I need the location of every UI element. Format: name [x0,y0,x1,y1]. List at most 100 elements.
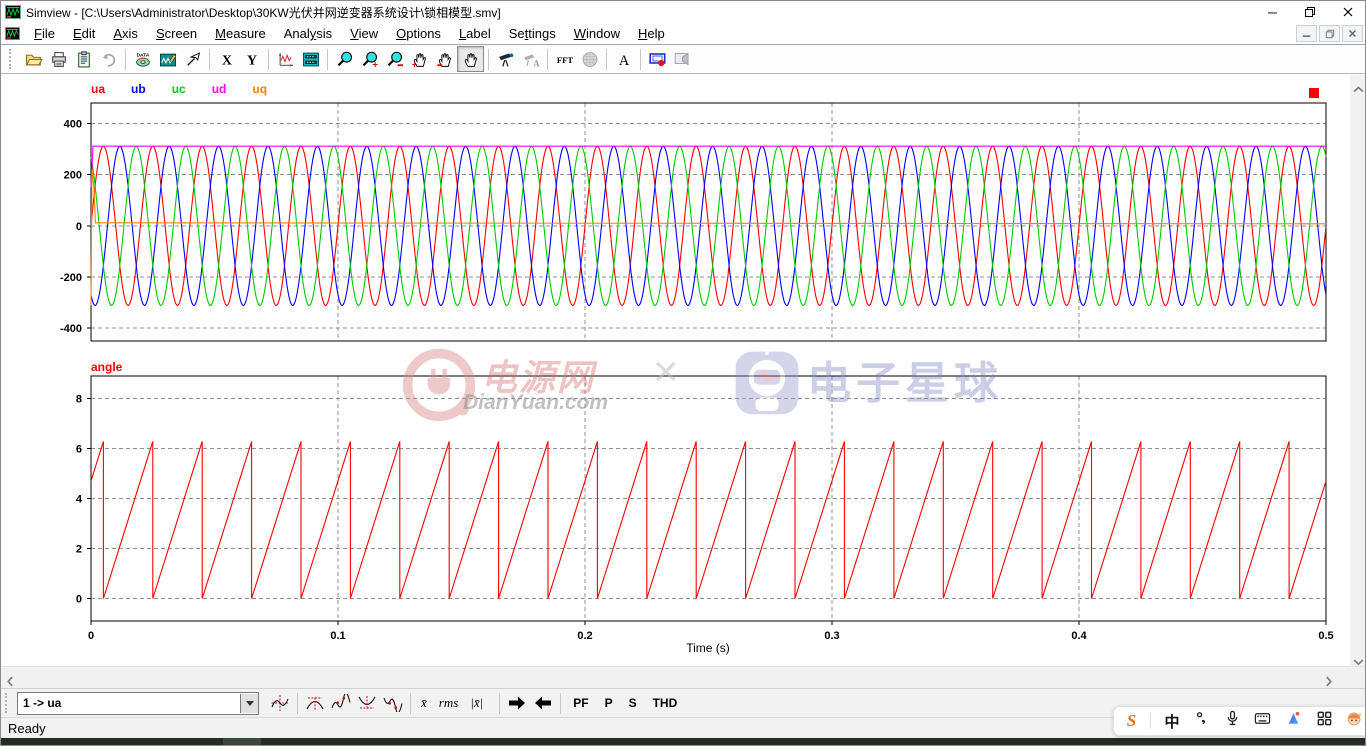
chinese-mode-icon[interactable]: 中 [1164,711,1179,732]
microphone-icon[interactable] [1224,710,1241,732]
pan-icon[interactable] [457,46,484,72]
rms-button[interactable]: rms [433,695,465,711]
global-max-icon[interactable] [302,691,328,715]
y-tick-label: 400 [64,119,82,131]
measure-icon[interactable] [493,47,518,71]
real-power-button[interactable]: P [597,696,621,710]
copy-icon[interactable] [71,47,96,71]
status-text: Ready [8,721,46,736]
snapshot-icon[interactable] [645,47,670,71]
child-restore-button[interactable] [1319,25,1340,42]
menu-item-help[interactable]: Help [629,24,674,43]
thd-button[interactable]: THD [645,696,686,710]
x-tick-label: 0.3 [824,630,839,642]
restore-button[interactable] [1291,1,1329,23]
emoji-icon[interactable] [1346,710,1363,732]
open-icon[interactable] [21,47,46,71]
legend-label-ub: ub [131,82,146,96]
y-tick-label: 8 [76,394,82,406]
svg-text:A: A [618,52,629,67]
punctuation-icon[interactable] [1193,710,1210,732]
scrollbar-corner [1347,667,1366,689]
zoom-in-icon[interactable]: + [357,47,382,71]
record-indicator [1309,88,1319,98]
y-tick-label: 0 [76,221,82,233]
horizontal-scrollbar[interactable] [1,666,1366,688]
main-toolbar: DATA X Y + + A FFT A [1,45,1366,74]
channel-selector[interactable]: 1 -> ua [17,692,259,715]
zoom-out-icon[interactable] [382,47,407,71]
legend-top-chart: uaubucuduq [91,82,293,96]
menu-item-axis[interactable]: Axis [104,24,147,43]
svg-text:X: X [222,52,232,67]
vertical-scrollbar[interactable] [1350,75,1366,666]
menu-item-file[interactable]: File [25,24,64,43]
toolbox-grid-icon[interactable] [1316,710,1333,732]
scroll-right-icon[interactable] [1325,674,1336,682]
data-icon[interactable]: DATA [130,47,155,71]
window-title: Simview - [C:\Users\Administrator\Deskto… [26,4,501,21]
menu-item-options[interactable]: Options [387,24,450,43]
power-factor-button[interactable]: PF [565,696,596,710]
windows-taskbar[interactable] [1,738,1366,746]
legend-label-ua: ua [91,82,105,96]
fft-inverse-icon [577,47,602,71]
channel-selector-dropdown-button[interactable] [240,694,258,713]
pan-zoom-in-icon[interactable]: + [407,47,432,71]
x-axis-icon[interactable]: X [214,47,239,71]
soft-keyboard-icon[interactable] [1254,710,1271,732]
undo-icon [96,47,121,71]
menu-item-screen[interactable]: Screen [147,24,206,43]
menu-item-analysis[interactable]: Analysis [275,24,341,43]
skin-icon[interactable] [1285,710,1302,732]
y-tick-label: 4 [76,494,83,506]
scroll-down-icon[interactable] [1353,653,1364,661]
chevron-down-icon [246,701,254,706]
x-axis-title: Time (s) [686,641,730,655]
y-axis-icon[interactable]: Y [239,47,264,71]
ime-toolbar: S 中 [1113,706,1366,736]
fft-icon[interactable]: FFT [552,47,577,71]
svg-text:+: + [412,59,417,68]
minimize-button[interactable] [1253,1,1291,23]
rescale-icon[interactable] [273,47,298,71]
print-icon[interactable] [46,47,71,71]
menu-item-settings[interactable]: Settings [500,24,565,43]
menu-item-view[interactable]: View [341,24,387,43]
menu-item-window[interactable]: Window [565,24,629,43]
average-abs-button[interactable]: |x̄| [464,695,489,711]
select-arrow-icon[interactable] [180,47,205,71]
menu-item-edit[interactable]: Edit [64,24,104,43]
split-screen-icon[interactable] [298,47,323,71]
svg-text:DATA: DATA [136,52,149,58]
trace-angle [91,441,1326,598]
x-tick-label: 0.1 [330,630,345,642]
x-tick-label: 0.2 [577,630,592,642]
text-label-icon[interactable]: A [611,47,636,71]
measure-toolbar-grip [5,693,11,713]
measure-cursor-icon[interactable] [267,691,293,715]
pan-zoom-out-icon[interactable] [432,47,457,71]
child-close-button[interactable] [1342,25,1363,42]
add-curve-icon[interactable] [155,47,180,71]
next-page-icon[interactable] [504,691,530,715]
y-tick-label: 2 [76,544,82,556]
close-button[interactable] [1329,1,1366,23]
scroll-left-icon[interactable] [6,674,17,682]
apparent-power-button[interactable]: S [621,696,645,710]
simview-window: Simview - [C:\Users\Administrator\Deskto… [0,0,1366,746]
prev-page-icon[interactable] [530,691,556,715]
menu-item-measure[interactable]: Measure [206,24,275,43]
scroll-up-icon[interactable] [1353,80,1364,88]
zoom-icon[interactable] [332,47,357,71]
global-min-icon[interactable] [354,691,380,715]
local-min-icon[interactable] [380,691,406,715]
child-minimize-button[interactable] [1296,25,1317,42]
menu-item-label[interactable]: Label [450,24,500,43]
y-tick-label: -200 [60,272,82,284]
svg-text:FFT: FFT [556,55,572,65]
sogou-logo-icon[interactable]: S [1127,711,1136,731]
x-tick-label: 0.4 [1071,630,1087,642]
local-max-icon[interactable] [328,691,354,715]
average-button[interactable]: x̄ [415,695,433,711]
